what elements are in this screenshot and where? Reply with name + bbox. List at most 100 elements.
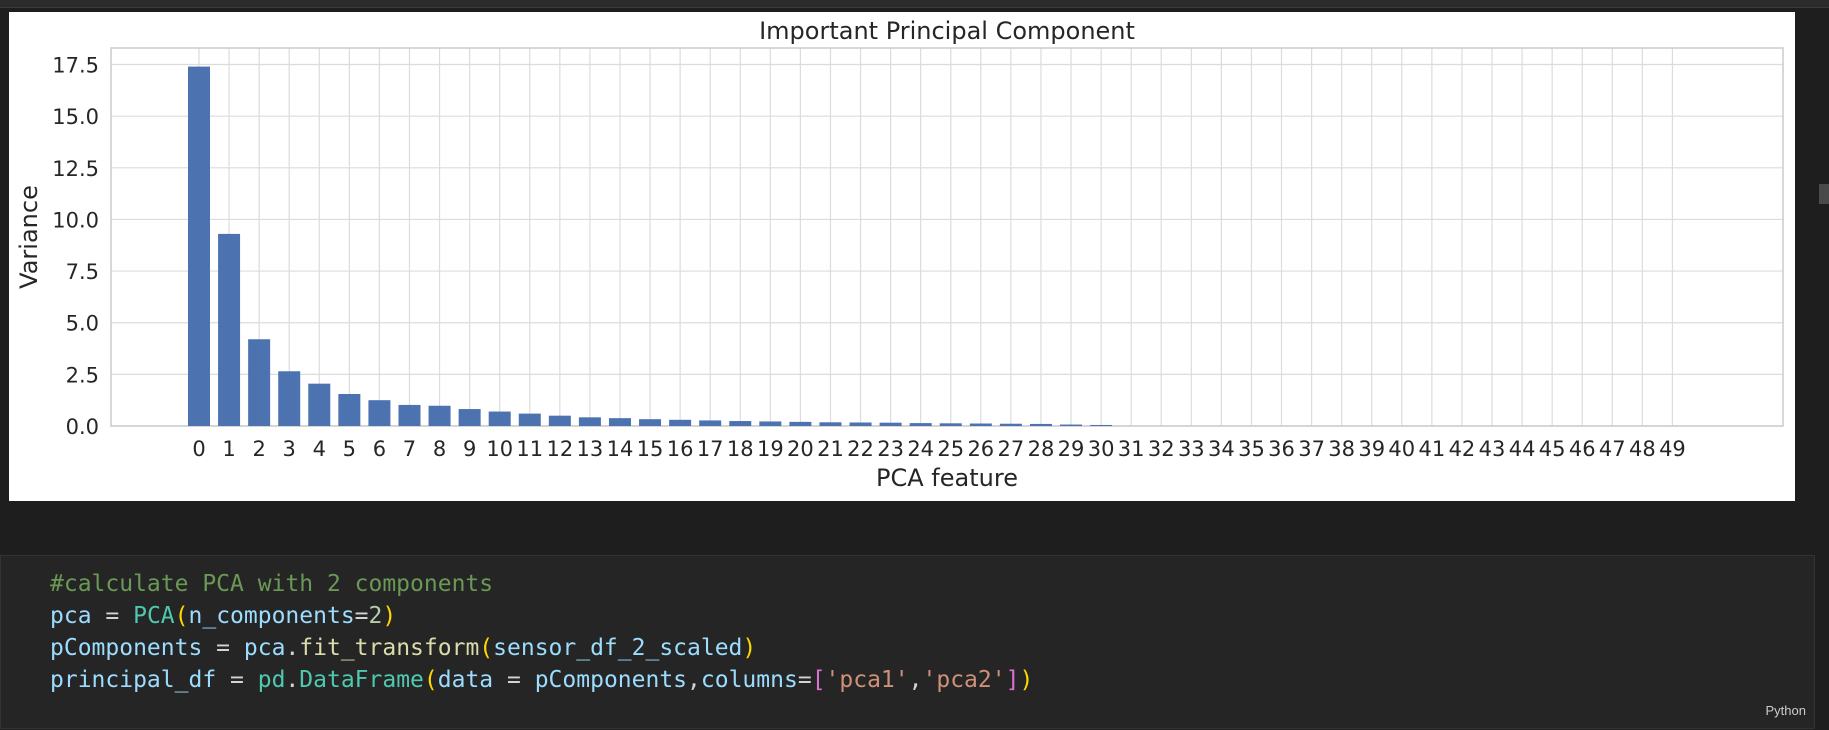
y-tick-label: 2.5 [66, 363, 99, 387]
bar [278, 371, 301, 426]
bar [759, 421, 782, 426]
x-tick-label: 7 [403, 437, 416, 461]
x-tick-label: 36 [1268, 437, 1295, 461]
code-line-3: pComponents = pca.fit_transform(sensor_d… [50, 635, 757, 661]
bar [729, 421, 752, 426]
top-strip [0, 0, 1829, 8]
code-line-1: #calculate PCA with 2 components [50, 571, 493, 597]
x-tick-label: 16 [667, 437, 694, 461]
x-tick-label: 47 [1599, 437, 1626, 461]
y-tick-label: 15.0 [52, 105, 99, 129]
x-tick-label: 39 [1358, 437, 1385, 461]
x-tick-label: 42 [1449, 437, 1476, 461]
language-badge[interactable]: Python [1766, 703, 1806, 718]
chart-output: Important Principal Component PCA featur… [9, 12, 1795, 501]
x-tick-label: 27 [998, 437, 1025, 461]
x-tick-label: 19 [757, 437, 784, 461]
x-tick-label: 44 [1509, 437, 1536, 461]
x-tick-label: 37 [1298, 437, 1325, 461]
x-tick-label: 41 [1419, 437, 1446, 461]
bar [488, 411, 511, 426]
x-tick-label: 22 [847, 437, 874, 461]
x-tick-label: 15 [637, 437, 664, 461]
y-tick-label: 17.5 [52, 54, 99, 78]
x-tick-label: 40 [1388, 437, 1415, 461]
bar [909, 423, 932, 426]
bar [669, 419, 692, 426]
plot-area: 0.02.55.07.510.012.515.017.50 1 2 3 4 5 6 7 8 9 10… [52, 47, 1784, 461]
y-axis-label: Variance [15, 185, 43, 289]
x-tick-label: 26 [967, 437, 994, 461]
x-tick-label: 6 [373, 437, 386, 461]
bar [458, 409, 481, 426]
bar [608, 418, 631, 426]
bar [639, 419, 662, 426]
bar [368, 400, 391, 426]
x-tick-label: 18 [727, 437, 754, 461]
x-axis-label: PCA feature [876, 464, 1018, 492]
y-tick-label: 0.0 [66, 415, 99, 439]
bar [548, 415, 571, 426]
x-tick-label: 1 [222, 437, 235, 461]
bar [1060, 424, 1083, 426]
x-tick-label: 45 [1539, 437, 1566, 461]
bar [398, 404, 421, 426]
y-tick-label: 10.0 [52, 208, 99, 232]
x-tick-label: 3 [283, 437, 296, 461]
x-tick-label: 33 [1178, 437, 1205, 461]
x-tick-label: 48 [1629, 437, 1656, 461]
x-tick-label: 23 [877, 437, 904, 461]
x-tick-label: 20 [787, 437, 814, 461]
bar [999, 423, 1022, 426]
x-tick-label: 30 [1088, 437, 1115, 461]
bar [849, 422, 872, 426]
x-tick-label: 43 [1479, 437, 1506, 461]
x-tick-label: 5 [343, 437, 356, 461]
x-tick-label: 17 [697, 437, 724, 461]
bar [338, 393, 361, 426]
y-tick-label: 5.0 [66, 312, 99, 336]
bar [969, 423, 992, 426]
x-tick-label: 28 [1028, 437, 1055, 461]
x-tick-label: 10 [486, 437, 513, 461]
code-cell[interactable]: #calculate PCA with 2 components pca = P… [0, 555, 1815, 729]
plot-frame [110, 47, 1784, 427]
bar [939, 423, 962, 426]
x-tick-label: 21 [817, 437, 844, 461]
code-line-4: principal_df = pd.DataFrame(data = pComp… [50, 667, 1034, 693]
code-editor[interactable]: #calculate PCA with 2 components pca = P… [50, 568, 1033, 696]
x-tick-label: 29 [1058, 437, 1085, 461]
bar [518, 413, 541, 426]
bar [699, 420, 722, 426]
y-tick-label: 12.5 [52, 157, 99, 181]
bar [879, 422, 902, 426]
scrollbar-thumb[interactable] [1819, 184, 1829, 204]
chart-title: Important Principal Component [759, 17, 1135, 45]
code-line-2: pca = PCA(n_components=2) [50, 603, 397, 629]
x-tick-label: 0 [192, 437, 205, 461]
code-comment: #calculate PCA with 2 components [50, 571, 494, 597]
x-tick-label: 14 [607, 437, 634, 461]
x-tick-label: 46 [1569, 437, 1596, 461]
x-tick-label: 31 [1118, 437, 1145, 461]
x-tick-label: 11 [516, 437, 543, 461]
bar [578, 417, 601, 426]
y-tick-label: 7.5 [66, 260, 99, 284]
bar [1090, 424, 1113, 426]
bar [1029, 423, 1052, 426]
x-tick-label: 24 [907, 437, 934, 461]
x-tick-label: 4 [313, 437, 326, 461]
x-tick-label: 8 [433, 437, 446, 461]
bar [789, 421, 812, 426]
x-tick-label: 32 [1148, 437, 1175, 461]
x-tick-label: 9 [463, 437, 476, 461]
bar [188, 66, 210, 427]
x-tick-label: 25 [937, 437, 964, 461]
x-tick-label: 35 [1238, 437, 1265, 461]
x-tick-label: 13 [577, 437, 604, 461]
bar-chart: Important Principal Component PCA featur… [15, 17, 1784, 492]
bar [428, 405, 451, 426]
bar [819, 422, 842, 426]
bar [308, 383, 331, 426]
x-tick-label: 34 [1208, 437, 1235, 461]
